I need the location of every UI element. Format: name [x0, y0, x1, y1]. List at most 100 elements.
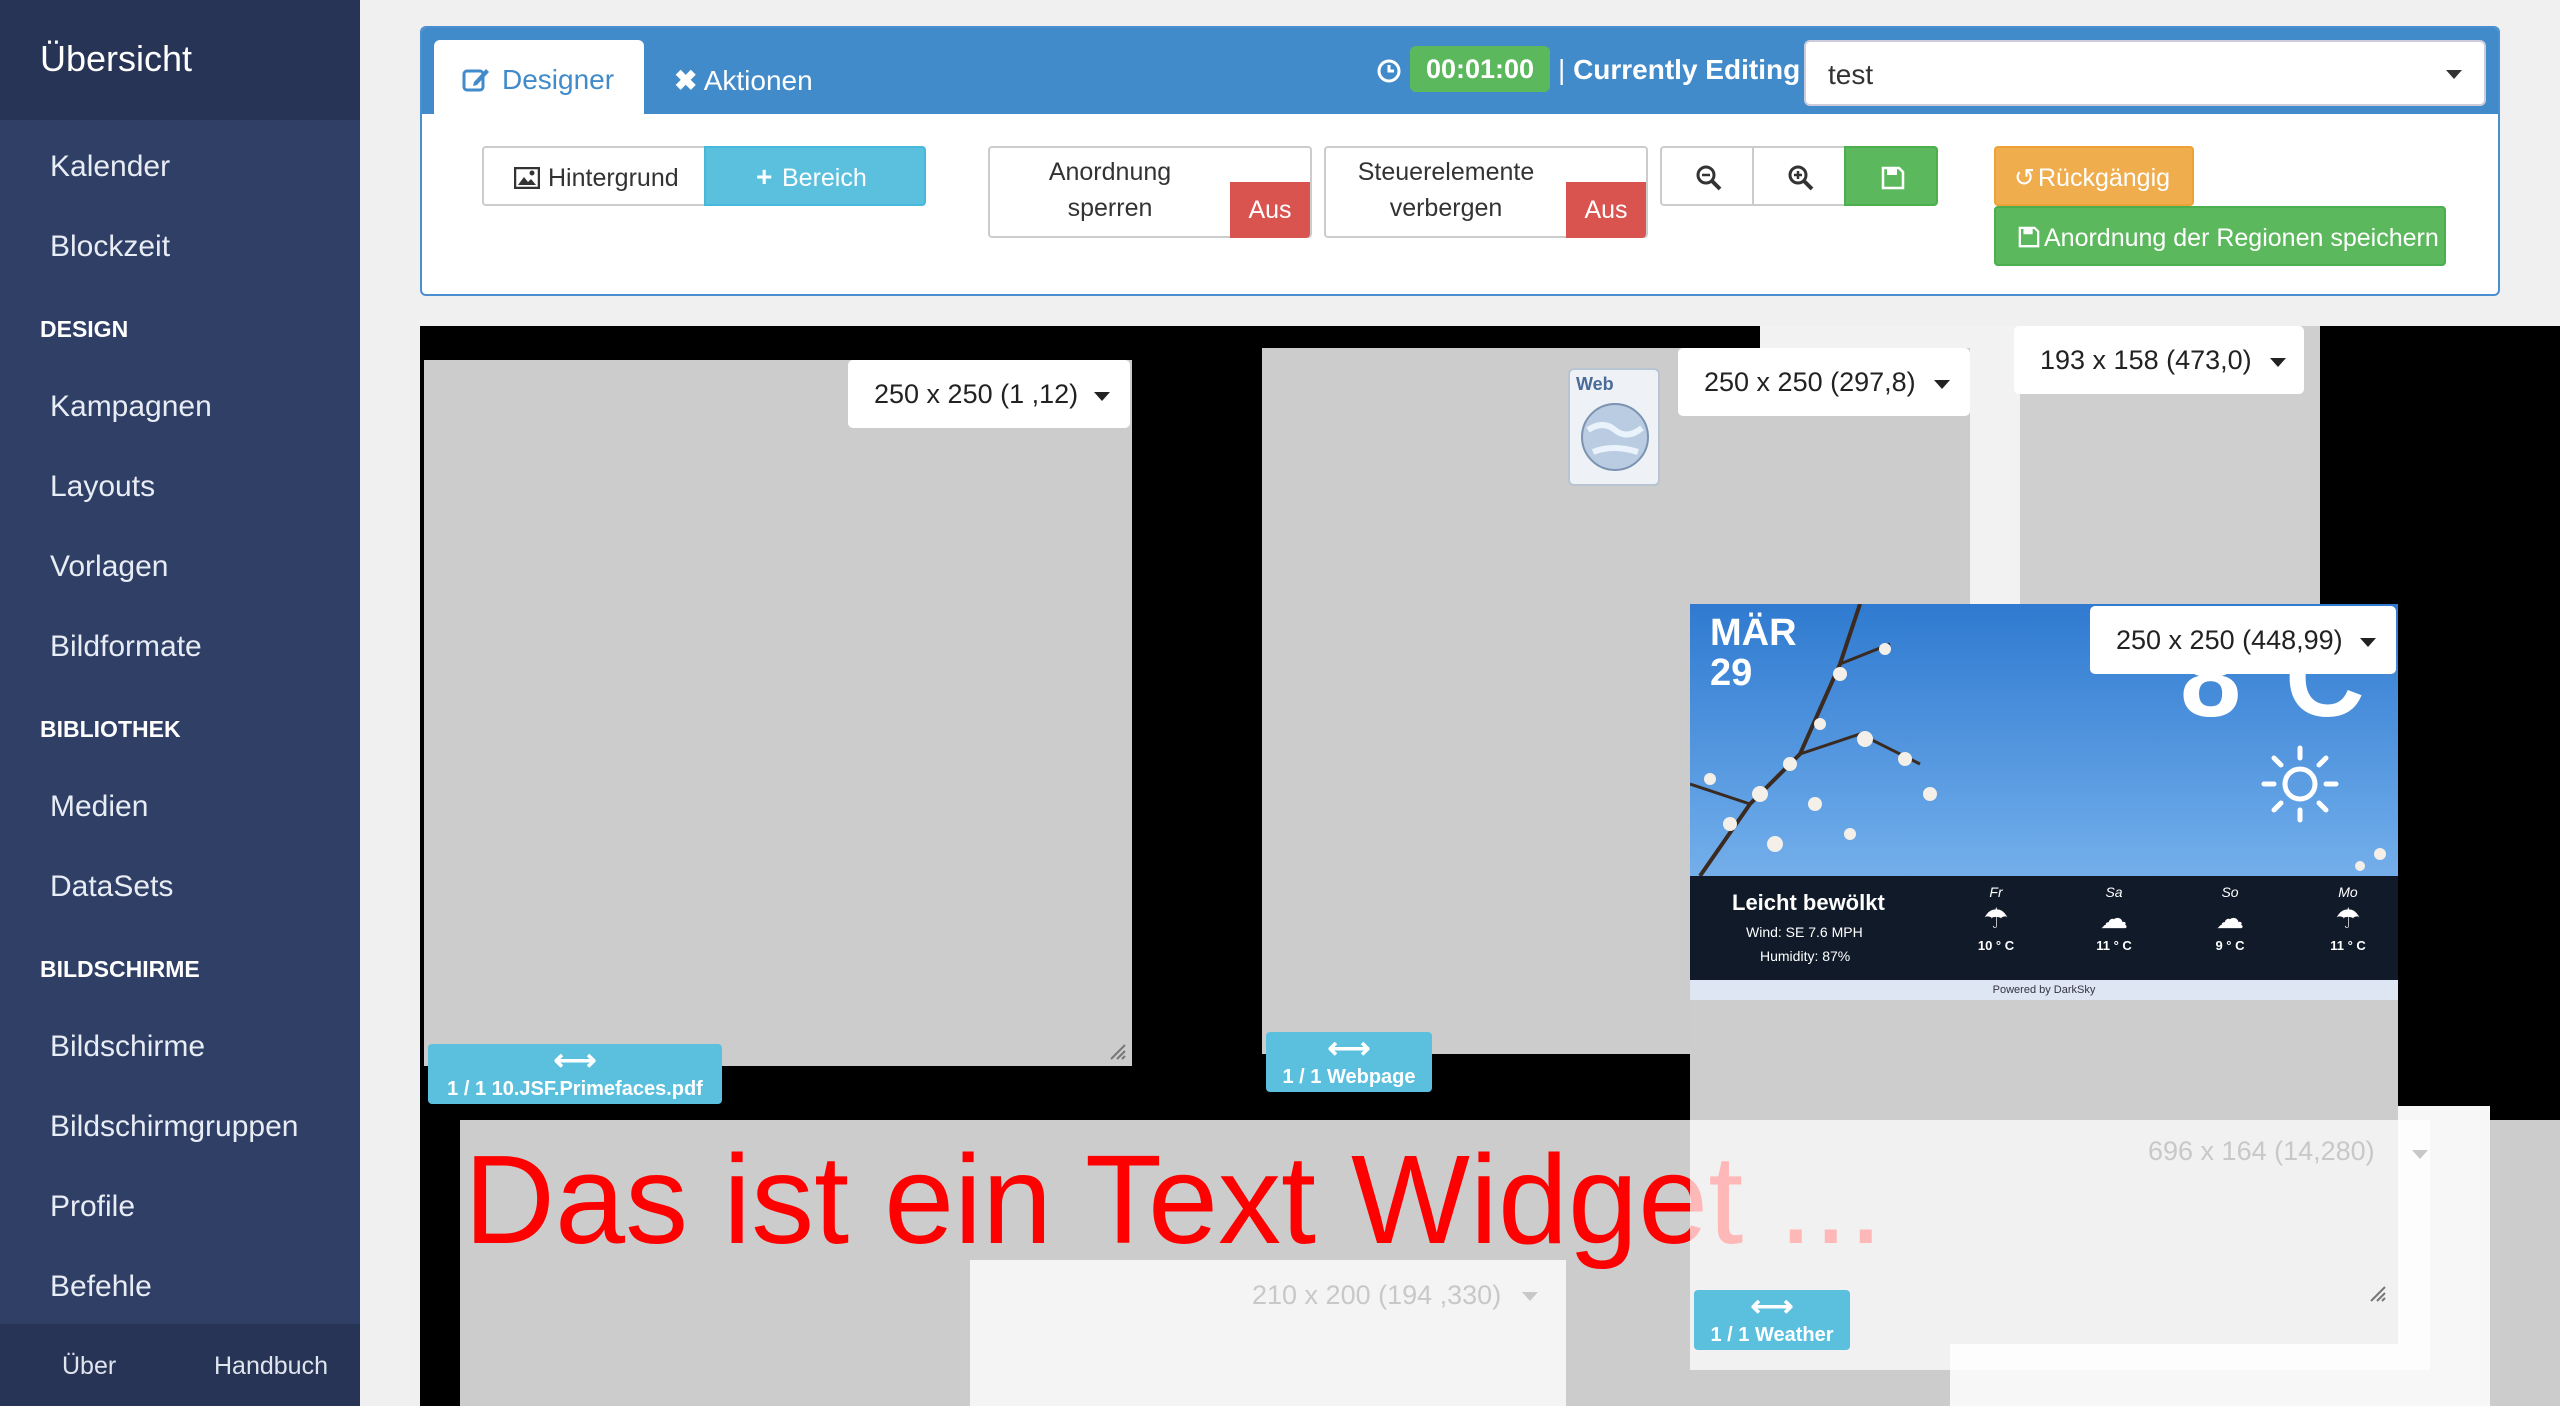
- tab-aktionen-label: Aktionen: [703, 65, 813, 96]
- region-2-badge: ⟷ 1 / 1 Webpage: [1266, 1032, 1432, 1092]
- region-5-dims[interactable]: 696 x 164 (14,280): [2148, 1136, 2448, 1186]
- cloud-rain-icon: ☂: [1983, 903, 2009, 934]
- text-widget-content: Das ist ein Text Widget ...: [464, 1129, 1884, 1270]
- save-zoom-button[interactable]: [1844, 146, 1938, 206]
- background-button[interactable]: Hintergrund: [482, 146, 706, 206]
- weather-forecast-bar: Leicht bewölkt Wind: SE 7.6 MPH Humidity…: [1690, 876, 2398, 980]
- zoom-out-icon: [1696, 165, 1722, 191]
- lock-layout-line1: Anordnung: [1048, 158, 1172, 186]
- hide-controls-toggle[interactable]: Steuerelemente verbergen Aus: [1324, 146, 1648, 238]
- zoom-in-button[interactable]: [1752, 146, 1846, 206]
- save-regions-button[interactable]: Anordnung der Regionen speichern: [1994, 206, 2446, 266]
- sidebar-heading-bildschirme: BILDSCHIRME: [40, 956, 200, 982]
- background-button-label: Hintergrund: [548, 164, 679, 192]
- region-6-dims[interactable]: 210 x 200 (194 ,330): [1240, 1278, 1540, 1328]
- chevron-down-icon: [2446, 70, 2462, 79]
- zoom-out-button[interactable]: [1660, 146, 1754, 206]
- layout-select[interactable]: test: [1804, 40, 2486, 106]
- forecast-day-3: So ☁ 9 ° C: [2200, 884, 2260, 953]
- partly-cloudy-icon: ☁: [2100, 903, 2128, 934]
- lock-layout-toggle[interactable]: Anordnung sperren Aus: [988, 146, 1312, 238]
- sidebar-item-blockzeit[interactable]: Blockzeit: [50, 230, 170, 264]
- footer-manual-link[interactable]: Handbuch: [214, 1352, 328, 1381]
- lock-layout-line2: sperren: [1067, 194, 1153, 222]
- chevron-down-icon: [1094, 392, 1110, 401]
- region-2-dims-label: 250 x 250 (297,8): [1704, 367, 1916, 397]
- sidebar-footer: Über Handbuch: [0, 1324, 360, 1406]
- region-1[interactable]: 250 x 250 (1 ,12): [424, 360, 1132, 1066]
- floppy-disk-icon: [1881, 166, 1905, 190]
- sidebar-brand[interactable]: Übersicht: [0, 0, 360, 120]
- sidebar-item-medien[interactable]: Medien: [50, 790, 148, 824]
- sidebar: Übersicht Kalender Blockzeit DESIGN Kamp…: [0, 0, 360, 1406]
- sidebar-item-kampagnen[interactable]: Kampagnen: [50, 390, 212, 424]
- forecast-day-1: Fr ☂ 10 ° C: [1966, 884, 2026, 953]
- forecast-day-2: Sa ☁ 11 ° C: [2084, 884, 2144, 953]
- sidebar-item-bildformate[interactable]: Bildformate: [50, 630, 202, 664]
- tab-designer[interactable]: Designer: [434, 40, 644, 116]
- sun-icon: [2261, 745, 2339, 823]
- sidebar-item-befehle[interactable]: Befehle: [50, 1270, 152, 1304]
- sidebar-item-bildschirme[interactable]: Bildschirme: [50, 1030, 205, 1064]
- close-x-icon: ✖: [674, 65, 698, 96]
- region-4-dims-label: 250 x 250 (448,99): [2116, 625, 2343, 655]
- sidebar-item-vorlagen[interactable]: Vorlagen: [50, 550, 168, 584]
- forecast-temp: 11 ° C: [2096, 938, 2132, 953]
- forecast-day-label: Fr: [1989, 884, 2003, 900]
- cloud-rain-icon: ☂: [2335, 903, 2361, 934]
- chevron-down-icon: [2360, 638, 2376, 647]
- plus-icon: +: [756, 161, 773, 192]
- region-1-dims-label: 250 x 250 (1 ,12): [874, 379, 1079, 409]
- undo-button-label: Rückgängig: [2038, 164, 2171, 192]
- sidebar-title[interactable]: Übersicht: [40, 38, 192, 80]
- chevron-down-icon: [1934, 380, 1950, 389]
- sidebar-item-bildschirmgruppen[interactable]: Bildschirmgruppen: [50, 1110, 298, 1144]
- double-arrow-icon: ⟷: [1750, 1290, 1794, 1323]
- sidebar-item-datasets[interactable]: DataSets: [50, 870, 173, 904]
- web-icon-label: Web: [1576, 374, 1614, 394]
- undo-button[interactable]: ↺ Rückgängig: [1994, 146, 2194, 206]
- tab-aktionen[interactable]: ✖ Aktionen: [674, 64, 813, 97]
- weather-humidity: Humidity: 87%: [1760, 948, 1851, 964]
- weather-month: MÄR: [1710, 612, 1797, 654]
- panel-header: Designer ✖ Aktionen 00:01:00 | Currently…: [422, 28, 2498, 116]
- region-1-dims[interactable]: 250 x 250 (1 ,12): [848, 360, 1130, 428]
- sidebar-item-layouts[interactable]: Layouts: [50, 470, 155, 504]
- region-4-dims[interactable]: 250 x 250 (448,99): [2090, 606, 2396, 674]
- region-4-badge: ⟷ 1 / 1 Weather: [1694, 1290, 1850, 1350]
- editing-text: Currently Editing: [1573, 54, 1801, 85]
- floppy-disk-icon: [2018, 226, 2040, 248]
- region-3-dims-label: 193 x 158 (473,0): [2040, 345, 2252, 375]
- resize-handle-icon[interactable]: [1110, 1044, 1126, 1060]
- region-1-badge: ⟷ 1 / 1 10.JSF.Primefaces.pdf: [428, 1044, 722, 1104]
- sidebar-heading-design: DESIGN: [40, 316, 129, 342]
- lock-layout-state[interactable]: Aus: [1230, 182, 1310, 238]
- layout-canvas: 250 x 250 (1 ,12) ⟷ 1 / 1 10.JSF.Primefa…: [420, 326, 2560, 1406]
- tab-designer-label: Designer: [502, 64, 615, 95]
- region-6-dims-label: 210 x 200 (194 ,330): [1252, 1280, 1502, 1310]
- region-1-badge-label: 1 / 1 10.JSF.Primefaces.pdf: [447, 1078, 703, 1100]
- zoom-in-icon: [1788, 165, 1814, 191]
- weather-powered-by: Powered by DarkSky: [1690, 980, 2398, 1000]
- clock-icon: [1377, 59, 1401, 83]
- hide-controls-state[interactable]: Aus: [1566, 182, 1646, 238]
- image-icon: [514, 167, 540, 189]
- sidebar-item-kalender[interactable]: Kalender: [50, 150, 170, 184]
- currently-editing-label: | Currently Editing: [1558, 54, 1800, 86]
- forecast-day-label: Mo: [2338, 884, 2358, 900]
- layout-select-value: test: [1828, 59, 1874, 90]
- sidebar-item-profile[interactable]: Profile: [50, 1190, 135, 1224]
- chevron-down-icon: [2412, 1150, 2428, 1159]
- globe-icon: [1581, 403, 1649, 471]
- region-2-dims[interactable]: 250 x 250 (297,8): [1678, 348, 1970, 416]
- region-5-dims-label: 696 x 164 (14,280): [2148, 1136, 2375, 1166]
- double-arrow-icon: ⟷: [1327, 1032, 1371, 1065]
- chevron-down-icon: [1522, 1292, 1538, 1301]
- weather-condition: Leicht bewölkt: [1732, 890, 1885, 915]
- region-2-badge-label: 1 / 1 Webpage: [1282, 1066, 1416, 1088]
- resize-handle-icon[interactable]: [2370, 1286, 2386, 1302]
- add-region-button[interactable]: + Bereich: [704, 146, 926, 206]
- region-3-dims[interactable]: 193 x 158 (473,0): [2014, 326, 2304, 394]
- hide-controls-line1: Steuerelemente: [1357, 158, 1535, 186]
- footer-about-link[interactable]: Über: [62, 1352, 116, 1381]
